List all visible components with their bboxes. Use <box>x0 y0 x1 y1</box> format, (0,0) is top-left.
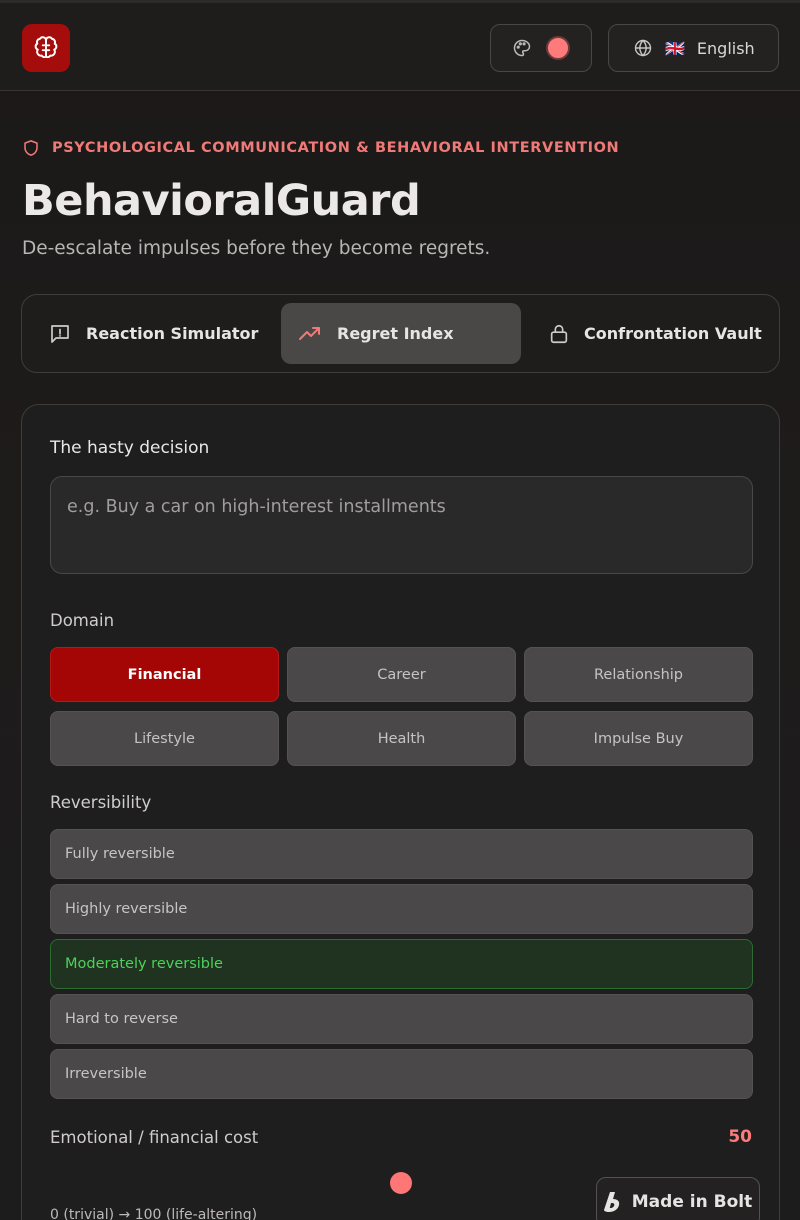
cost-value: 50 <box>728 1127 752 1147</box>
domain-impulse-buy-button[interactable]: Impulse Buy <box>524 711 753 766</box>
page-subtitle: De-escalate impulses before they become … <box>22 238 491 259</box>
reversibility-option-fully[interactable]: Fully reversible <box>50 829 753 879</box>
eyebrow-text: PSYCHOLOGICAL COMMUNICATION & BEHAVIORAL… <box>52 140 620 156</box>
decision-label: The hasty decision <box>50 438 210 458</box>
theme-picker-button[interactable] <box>490 24 592 72</box>
domain-lifestyle-button[interactable]: Lifestyle <box>50 711 279 766</box>
top-bar: 🇬🇧 English <box>0 0 800 91</box>
message-alert-icon <box>48 322 72 346</box>
tab-confrontation-vault[interactable]: Confrontation Vault <box>548 303 762 364</box>
reversibility-option-highly[interactable]: Highly reversible <box>50 884 753 934</box>
domain-financial-button[interactable]: Financial <box>50 647 279 702</box>
theme-color-swatch <box>546 36 570 60</box>
language-selector[interactable]: 🇬🇧 English <box>608 24 779 72</box>
brain-logo-icon[interactable] <box>22 24 70 72</box>
tab-label: Confrontation Vault <box>584 324 762 343</box>
eyebrow: PSYCHOLOGICAL COMMUNICATION & BEHAVIORAL… <box>22 138 619 158</box>
cost-hint: 0 (trivial) → 100 (life-altering) <box>50 1207 258 1220</box>
palette-icon <box>512 38 532 58</box>
globe-icon <box>633 38 653 58</box>
decision-input[interactable] <box>50 476 753 574</box>
reversibility-option-hard[interactable]: Hard to reverse <box>50 994 753 1044</box>
made-in-bolt-badge[interactable]: Made in Bolt <box>596 1177 760 1220</box>
domain-relationship-button[interactable]: Relationship <box>524 647 753 702</box>
tab-label: Reaction Simulator <box>86 324 259 343</box>
cost-label: Emotional / financial cost <box>50 1128 259 1147</box>
domain-label: Domain <box>50 611 115 630</box>
reversibility-option-irreversible[interactable]: Irreversible <box>50 1049 753 1099</box>
language-label: English <box>696 38 755 58</box>
domain-health-button[interactable]: Health <box>287 711 516 766</box>
domain-career-button[interactable]: Career <box>287 647 516 702</box>
bolt-badge-label: Made in Bolt <box>631 1192 753 1212</box>
tab-bar: Reaction Simulator Regret Index Confront… <box>21 294 780 373</box>
page-title: BehavioralGuard <box>22 176 421 226</box>
uk-flag-icon: 🇬🇧 <box>665 38 685 58</box>
tab-reaction-simulator[interactable]: Reaction Simulator <box>48 303 258 364</box>
lock-icon <box>548 322 570 346</box>
tab-regret-index[interactable]: Regret Index <box>281 303 521 364</box>
reversibility-label: Reversibility <box>50 793 152 812</box>
reversibility-option-moderately[interactable]: Moderately reversible <box>50 939 753 989</box>
bolt-logo-icon <box>603 1191 622 1213</box>
regret-form-card: The hasty decision Domain Financial Care… <box>21 404 780 1220</box>
trending-up-icon <box>297 322 323 346</box>
tab-label: Regret Index <box>337 324 454 343</box>
shield-icon <box>22 138 40 158</box>
cost-slider-thumb[interactable] <box>390 1172 412 1194</box>
